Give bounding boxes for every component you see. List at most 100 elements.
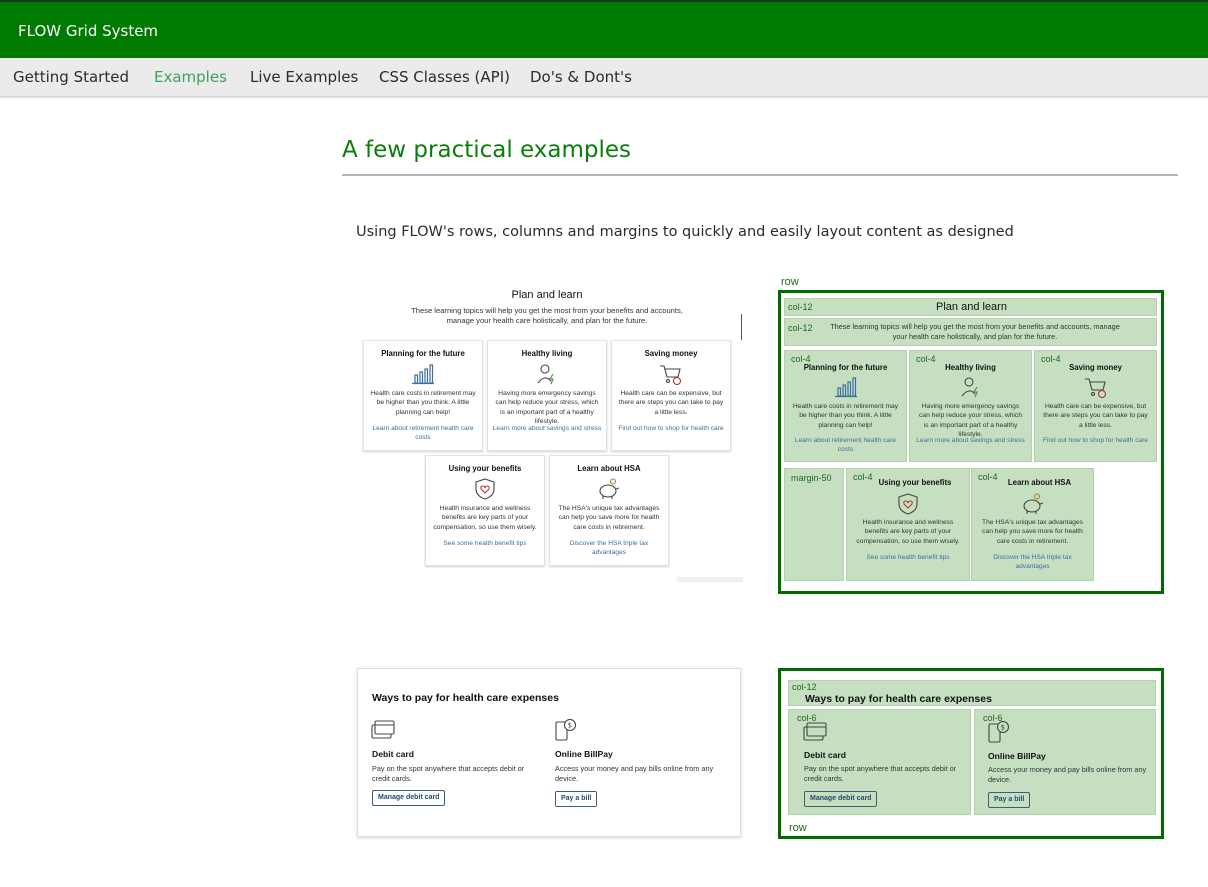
- annot-col4-saving: col-4 Saving money Health care can be ex…: [1034, 350, 1157, 462]
- annot-col4-hsa: col-4 Learn about HSA The HSA's unique t…: [971, 468, 1094, 581]
- intro-text: Using FLOW's rows, columns and margins t…: [356, 224, 1014, 240]
- nav-tab-dos-donts[interactable]: Do's & Dont's: [530, 68, 632, 86]
- annot-col4-healthy: col-4 Healthy living Having more emergen…: [909, 350, 1032, 462]
- mock-card-healthy: Healthy living Having more emergency sav…: [487, 340, 607, 451]
- person-energy-icon: [961, 377, 978, 398]
- mock-scrollbar: [741, 314, 742, 340]
- card-text: Having more emergency savings can help r…: [919, 403, 1022, 439]
- nav-tab-live-examples[interactable]: Live Examples: [250, 68, 358, 86]
- manage-debit-card-button[interactable]: Manage debit card: [372, 790, 446, 806]
- page-title: A few practical examples: [342, 137, 632, 163]
- mock-card-benefits: Using your benefits Health insurance and…: [425, 455, 545, 566]
- card-link[interactable]: Discover the HSA triple tax advantages: [554, 539, 664, 557]
- main-nav: Getting Started Examples Live Examples C…: [0, 58, 1208, 97]
- pay-bill-button[interactable]: Pay a bill: [555, 791, 598, 807]
- nav-tab-examples[interactable]: Examples: [154, 68, 227, 86]
- pay-card-title: Debit card: [372, 749, 415, 759]
- card-title: Using your benefits: [448, 464, 522, 473]
- pay-mockup: Ways to pay for health care expenses Deb…: [357, 668, 741, 837]
- card-link[interactable]: Find out how to shop for health care: [616, 424, 726, 433]
- title-divider: [342, 174, 1178, 176]
- annot-label: margin-50: [791, 473, 832, 483]
- pay-card-text: Access your money and pay bills online f…: [555, 764, 714, 783]
- row-label-top: row: [781, 276, 799, 288]
- card-title: Planning for the future: [803, 363, 888, 372]
- bar-chart-icon: [412, 364, 434, 385]
- card-text: Health care costs in retirement may be h…: [792, 403, 899, 429]
- shopping-cart-icon: [660, 365, 682, 385]
- card-text: Health insurance and wellness benefits a…: [433, 505, 537, 531]
- mobile-pay-icon: $: [988, 721, 1010, 743]
- card-title: Healthy living: [945, 363, 996, 372]
- card-link[interactable]: Discover the HSA triple tax advantages: [976, 553, 1089, 571]
- pay-annotated: col-12 Ways to pay for health care expen…: [778, 668, 1164, 839]
- mock-card-saving: Saving money Health care can be expensiv…: [611, 340, 731, 451]
- shopping-cart-icon: [1084, 378, 1106, 398]
- person-energy-icon: [537, 364, 554, 385]
- pay-card-title: Online BillPay: [555, 749, 613, 759]
- annot-col12-heading: col-12 Plan and learn: [784, 298, 1157, 316]
- svg-text:$: $: [1001, 724, 1005, 732]
- card-text: The HSA's unique tax advantages can help…: [558, 505, 660, 531]
- annot-pay-bill-button[interactable]: Pay a bill: [988, 792, 1031, 808]
- card-title: Healthy living: [521, 349, 573, 358]
- top-bar: FLOW Grid System: [0, 0, 1208, 58]
- card-link[interactable]: See some health benefit tips: [851, 553, 965, 562]
- pay-card-title: Online BillPay: [988, 751, 1046, 761]
- card-link[interactable]: See some health benefit tips: [430, 539, 540, 548]
- card-link[interactable]: Learn more about savings and stress: [914, 436, 1027, 445]
- card-title: Learn about HSA: [1007, 478, 1072, 487]
- annot-pay-col6-billpay: col-6 $ Online BillPay Access your money…: [974, 709, 1156, 815]
- annot-heading: Plan and learn: [936, 301, 1007, 313]
- card-title: Saving money: [644, 349, 698, 358]
- annot-col12-desc: col-12 These learning topics will help y…: [784, 318, 1157, 346]
- card-link[interactable]: Learn about retirement health care costs: [368, 424, 478, 442]
- plan-learn-annotated: col-12 Plan and learn col-12 These learn…: [778, 290, 1164, 594]
- card-title: Learn about HSA: [577, 464, 641, 473]
- pay-card-text: Access your money and pay bills online f…: [988, 765, 1147, 784]
- pay-heading: Ways to pay for health care expenses: [372, 692, 559, 704]
- mock-description: These learning topics will help you get …: [411, 306, 683, 325]
- brand-title[interactable]: FLOW Grid System: [18, 22, 158, 40]
- piggy-bank-icon: [1022, 493, 1043, 514]
- nav-tab-getting-started[interactable]: Getting Started: [13, 68, 129, 86]
- annot-col4-planning: col-4 Planning for the future Health car…: [784, 350, 907, 462]
- annot-pay-col6-debit: col-6 Debit card Pay on the spot anywher…: [788, 709, 971, 815]
- annot-pay-heading: Ways to pay for health care expenses: [805, 693, 992, 705]
- mock-fade: [677, 577, 743, 582]
- debit-card-icon: [371, 720, 395, 739]
- card-link[interactable]: Find out how to shop for health care: [1039, 436, 1152, 445]
- card-text: Health care can be expensive, but there …: [618, 390, 724, 416]
- card-title: Using your benefits: [878, 478, 952, 487]
- piggy-bank-icon: [599, 478, 620, 499]
- card-link[interactable]: Learn more about savings and stress: [492, 424, 602, 433]
- shield-heart-icon: [475, 478, 495, 500]
- card-text: Health insurance and wellness benefits a…: [856, 519, 960, 545]
- card-text: Health care costs in retirement may be h…: [370, 390, 476, 416]
- card-text: Having more emergency savings can help r…: [495, 390, 599, 426]
- plan-learn-mockup: Plan and learn These learning topics wil…: [357, 284, 743, 582]
- card-link[interactable]: Learn about retirement health care costs: [789, 436, 902, 454]
- pay-card-text: Pay on the spot anywhere that accepts de…: [804, 764, 957, 783]
- annot-col4-benefits: col-4 Using your benefits Health insuran…: [846, 468, 970, 581]
- mobile-pay-icon: $: [555, 719, 577, 741]
- annot-description: These learning topics will help you get …: [830, 322, 1120, 341]
- annot-label: col-12: [792, 682, 817, 692]
- svg-text:$: $: [568, 722, 572, 730]
- card-text: Health care can be expensive, but there …: [1043, 403, 1148, 429]
- pay-card-title: Debit card: [804, 750, 847, 760]
- nav-tab-css-classes[interactable]: CSS Classes (API): [379, 68, 510, 86]
- bar-chart-icon: [834, 377, 857, 398]
- annot-label: col-12: [788, 323, 813, 333]
- mock-heading: Plan and learn: [511, 289, 583, 301]
- annot-manage-debit-card-button[interactable]: Manage debit card: [804, 791, 878, 807]
- shield-heart-icon: [898, 493, 918, 515]
- card-title: Saving money: [1069, 363, 1122, 372]
- row-label-bottom: row: [789, 822, 807, 834]
- debit-card-icon: [803, 722, 827, 741]
- mock-card-hsa: Learn about HSA The HSA's unique tax adv…: [549, 455, 669, 566]
- mock-card-planning: Planning for the future Health care cost…: [363, 340, 483, 451]
- annot-pay-col12: col-12 Ways to pay for health care expen…: [788, 680, 1156, 706]
- card-text: The HSA's unique tax advantages can help…: [982, 519, 1083, 545]
- annot-margin-50: margin-50: [784, 468, 844, 581]
